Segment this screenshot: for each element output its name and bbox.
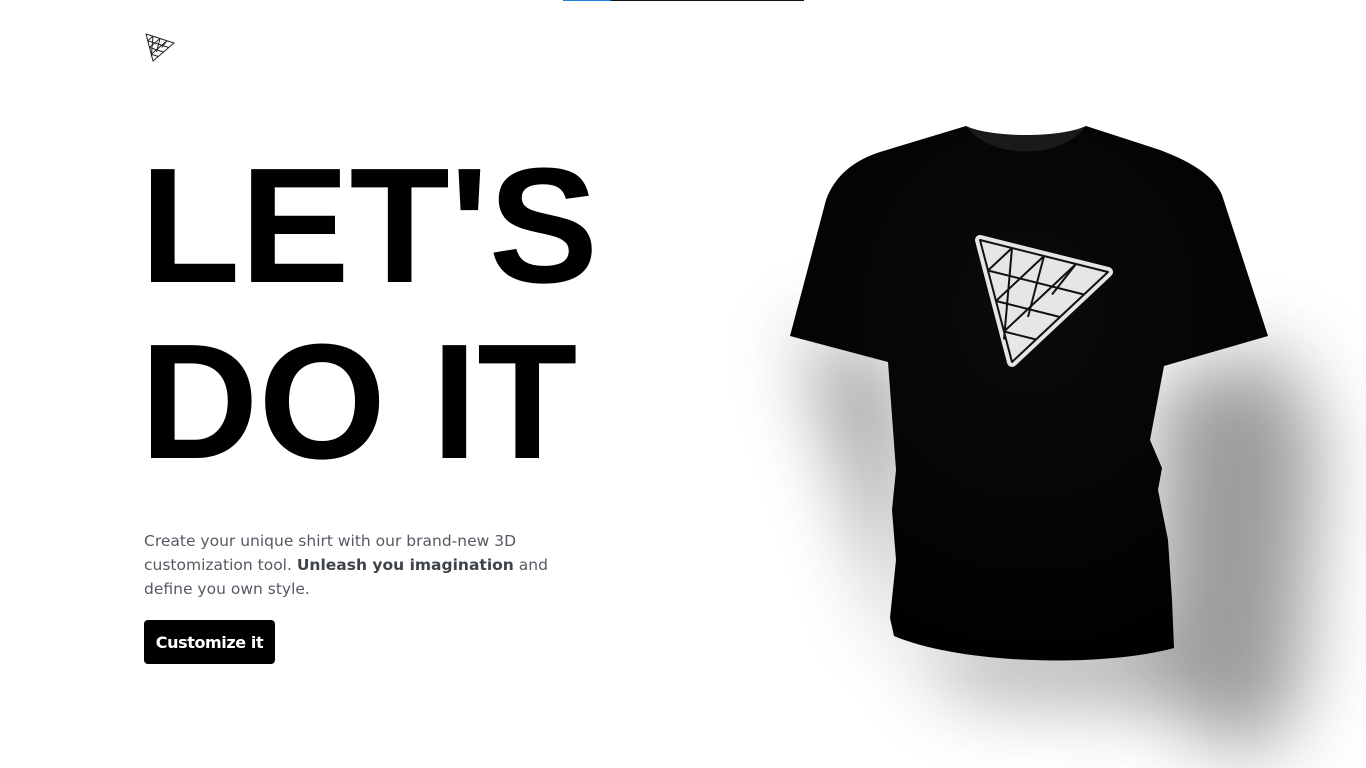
tshirt-3d-preview[interactable]	[700, 100, 1366, 768]
customize-it-button[interactable]: Customize it	[144, 620, 275, 664]
hero-headline-line2: DO IT	[140, 310, 578, 493]
hero-intro-text: Create your unique shirt with our brand-…	[144, 529, 584, 601]
loading-bar	[563, 0, 804, 1]
triangle-mesh-logo-icon[interactable]	[143, 31, 177, 63]
customizer-home-page: LET'S DO IT Create your unique shirt wit…	[0, 0, 1366, 768]
loading-bar-fill	[563, 0, 612, 1]
intro-text-emphasis: Unleash you imagination	[296, 556, 514, 574]
hero-headline: LET'S DO IT	[140, 138, 598, 490]
hero-headline-line1: LET'S	[140, 134, 599, 317]
